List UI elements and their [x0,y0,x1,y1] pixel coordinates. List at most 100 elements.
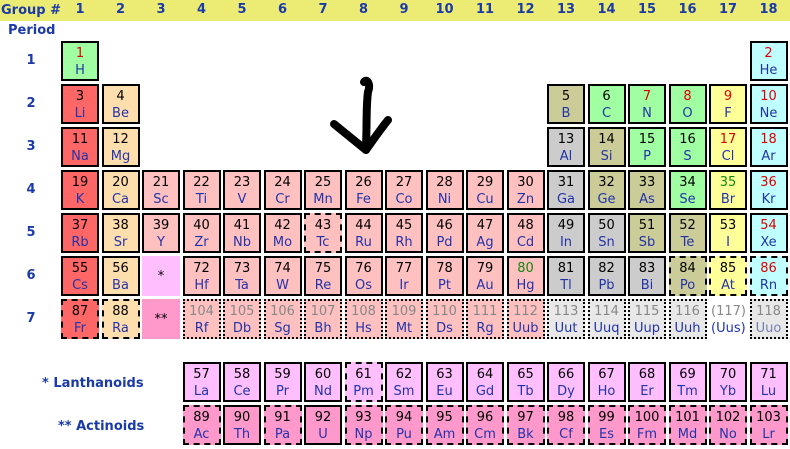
element-cell-eu[interactable]: 63 Eu [425,362,464,402]
element-cell-rh[interactable]: 45 Rh [385,213,423,253]
element-cell-hf[interactable]: 72 Hf [182,256,221,296]
element-cell-w[interactable]: 74 W [263,256,302,296]
element-cell-ne[interactable]: 10 Ne [749,84,788,124]
element-cell-mo[interactable]: 42 Mo [263,213,302,253]
element-cell-pb[interactable]: 82 Pb [587,256,626,296]
element-cell-sn[interactable]: 50 Sn [587,213,626,253]
element-cell-fr[interactable]: 87 Fr [61,299,99,339]
element-cell-ir[interactable]: 77 Ir [385,256,423,296]
element-cell-o[interactable]: 8O [668,84,707,124]
element-cell-cu[interactable]: 29 Cu [466,170,504,210]
element-cell-ds[interactable]: 110 Ds [425,299,464,339]
element-cell-sg[interactable]: 106 Sg [263,299,302,339]
element-cell-pa[interactable]: 91 Pa [263,405,302,445]
element-cell-xe[interactable]: 54 Xe [749,213,788,253]
element-cell-pm[interactable]: 61 Pm [344,362,383,402]
element-cell-mt[interactable]: 109 Mt [385,299,423,339]
element-cell-cd[interactable]: 48 Cd [506,213,545,253]
element-cell-mn[interactable]: 25 Mn [304,170,342,210]
element-cell-sb[interactable]: 51 Sb [628,213,666,253]
element-cell-rb[interactable]: 37 Rb [61,213,99,253]
element-cell-ag[interactable]: 47 Ag [466,213,504,253]
element-cell-yb[interactable]: 70 Yb [709,362,747,402]
element-cell-dy[interactable]: 66 Dy [547,362,585,402]
element-cell-ar[interactable]: 18 Ar [749,127,788,167]
element-cell-te[interactable]: 52 Te [668,213,707,253]
element-cell-co[interactable]: 27 Co [385,170,423,210]
element-cell-uus[interactable]: (117) (Uus) [709,299,747,339]
element-cell-lr[interactable]: 103 Lr [749,405,788,445]
element-cell-pd[interactable]: 46 Pd [425,213,464,253]
element-cell-mg[interactable]: 12 Mg [101,127,140,167]
element-cell-bi[interactable]: 83 Bi [628,256,666,296]
element-cell-li[interactable]: 3 Li [61,84,99,124]
element-cell-n[interactable]: 7N [628,84,666,124]
element-cell-se[interactable]: 34 Se [668,170,707,210]
element-cell-er[interactable]: 68 Er [628,362,666,402]
element-cell-uub[interactable]: 112 Uub [506,299,545,339]
element-cell-uuq[interactable]: 114 Uuq [587,299,626,339]
element-cell-ba[interactable]: 56 Ba [101,256,140,296]
element-cell-uut[interactable]: 113 Uut [547,299,585,339]
element-cell-k[interactable]: 19 K [61,170,99,210]
element-cell-cf[interactable]: 98 Cf [547,405,585,445]
element-cell-u[interactable]: 92 U [304,405,342,445]
element-cell-s[interactable]: 16 S [668,127,707,167]
element-cell-p[interactable]: 15 P [628,127,666,167]
element-cell-h[interactable]: 1H [61,41,99,81]
element-cell-pu[interactable]: 94 Pu [385,405,423,445]
element-cell-bk[interactable]: 97 Bk [506,405,545,445]
element-cell-hs[interactable]: 108 Hs [344,299,383,339]
element-cell-sr[interactable]: 38 Sr [101,213,140,253]
element-cell-al[interactable]: 13 Al [547,127,585,167]
element-cell-rf[interactable]: 104 Rf [182,299,221,339]
element-cell-uuh[interactable]: 116 Uuh [668,299,707,339]
element-cell-md[interactable]: 101 Md [668,405,707,445]
element-cell-np[interactable]: 93 Np [344,405,383,445]
element-cell-db[interactable]: 105 Db [223,299,261,339]
element-cell-tm[interactable]: 69 Tm [668,362,707,402]
element-cell-rn[interactable]: 86 Rn [749,256,788,296]
element-cell-zn[interactable]: 30 Zn [506,170,545,210]
element-cell-ni[interactable]: 28 Ni [425,170,464,210]
element-cell-no[interactable]: 102 No [709,405,747,445]
element-cell-tb[interactable]: 65 Tb [506,362,545,402]
element-cell-th[interactable]: 90 Th [223,405,261,445]
element-cell-be[interactable]: 4 Be [101,84,140,124]
element-cell-ho[interactable]: 67 Ho [587,362,626,402]
element-cell-la[interactable]: 57 La [182,362,221,402]
element-cell-na[interactable]: 11 Na [61,127,99,167]
element-cell-es[interactable]: 99 Es [587,405,626,445]
element-cell-au[interactable]: 79 Au [466,256,504,296]
element-cell-in[interactable]: 49 In [547,213,585,253]
element-cell-v[interactable]: 23 V [223,170,261,210]
element-cell-as[interactable]: 33 As [628,170,666,210]
element-cell-sc[interactable]: 21 Sc [142,170,180,210]
element-cell-f[interactable]: 9F [709,84,747,124]
element-cell-cr[interactable]: 24 Cr [263,170,302,210]
element-cell-ra[interactable]: 88 Ra [101,299,140,339]
element-cell-rg[interactable]: 111 Rg [466,299,504,339]
element-cell-fm[interactable]: 100 Fm [628,405,666,445]
element-cell-ce[interactable]: 58 Ce [223,362,261,402]
element-cell-ga[interactable]: 31 Ga [547,170,585,210]
element-cell-os[interactable]: 76 Os [344,256,383,296]
element-cell-cl[interactable]: 17 Cl [709,127,747,167]
element-cell-zr[interactable]: 40 Zr [182,213,221,253]
element-cell-nb[interactable]: 41 Nb [223,213,261,253]
element-cell-fe[interactable]: 26 Fe [344,170,383,210]
series-placeholder-cell[interactable]: * [142,256,180,296]
element-cell-sm[interactable]: 62 Sm [385,362,423,402]
element-cell-po[interactable]: 84 Po [668,256,707,296]
element-cell-ta[interactable]: 73 Ta [223,256,261,296]
element-cell-br[interactable]: 35 Br [709,170,747,210]
element-cell-gd[interactable]: 64 Gd [466,362,504,402]
element-cell-ac[interactable]: 89 Ac [182,405,221,445]
element-cell-b[interactable]: 5B [547,84,585,124]
element-cell-he[interactable]: 2 He [749,41,788,81]
element-cell-hg[interactable]: 80 Hg [506,256,545,296]
element-cell-lu[interactable]: 71 Lu [749,362,788,402]
element-cell-ti[interactable]: 22 Ti [182,170,221,210]
element-cell-at[interactable]: 85 At [709,256,747,296]
element-cell-cm[interactable]: 96 Cm [466,405,504,445]
